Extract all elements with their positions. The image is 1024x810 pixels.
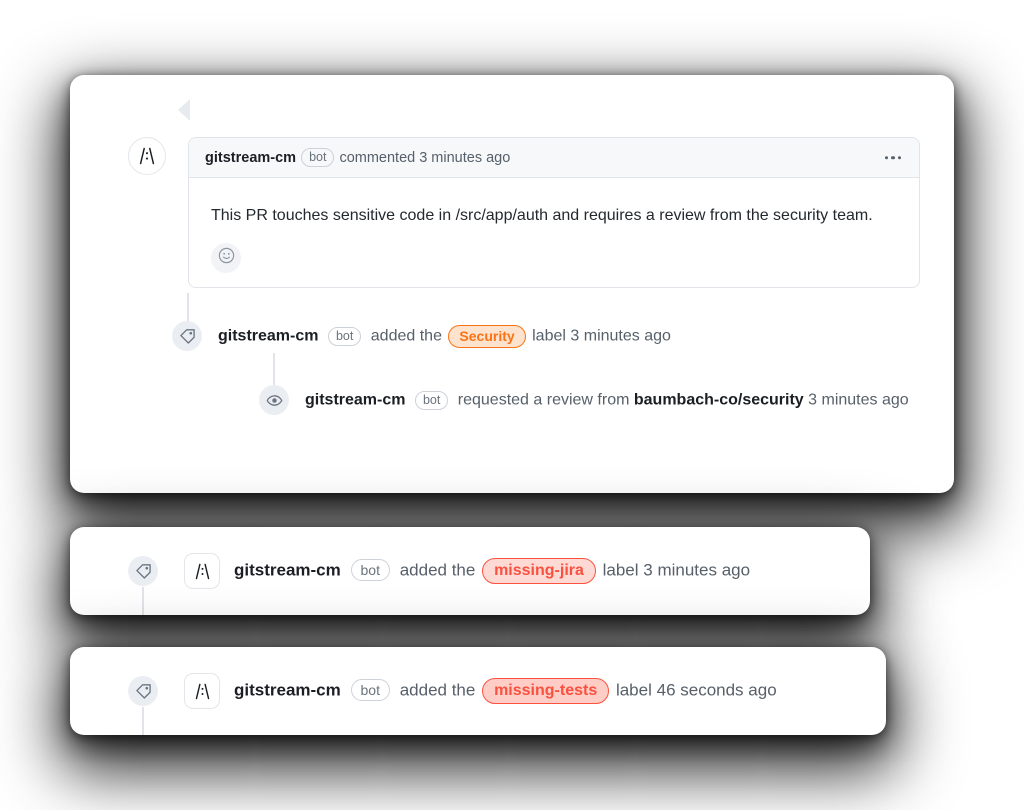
timeline-text: gitstream-cm bot added the Security labe… [218,324,671,348]
event-author[interactable]: gitstream-cm [234,680,341,699]
comment-timestamp[interactable]: 3 minutes ago [419,150,510,166]
timeline-action: requested a review from [457,390,630,408]
label-event-text: gitstream-cm bot added the missing-tests… [234,678,777,704]
comment-header: gitstream-cm bot commented 3 minutes ago [189,138,919,178]
kebab-dot [897,155,901,160]
timeline-connector [142,587,144,615]
add-reaction-button[interactable] [211,243,241,274]
tag-icon [172,321,202,351]
event-action-after: label [615,680,652,700]
bot-badge: bot [327,326,362,346]
label-chip-missing-tests[interactable]: missing-tests [482,678,610,704]
kebab-menu-icon[interactable] [881,152,906,164]
comment-action: commented [339,149,416,166]
gitstream-logo-icon [137,147,157,165]
timeline-item-label-added: gitstream-cm bot added the Security labe… [172,321,671,351]
label-event-row: gitstream-cm bot added the missing-jira … [128,527,750,615]
kebab-dot [884,155,888,160]
event-timestamp[interactable]: 46 seconds ago [657,680,777,699]
label-chip-missing-jira[interactable]: missing-jira [482,558,596,584]
screenshot-stage: gitstream-cm bot commented 3 minutes ago… [0,0,1024,810]
smiley-face-icon [218,247,235,269]
chevron-left-icon [178,99,190,121]
timeline-connector [142,707,144,735]
label-event-card-missing-jira: gitstream-cm bot added the missing-jira … [70,527,870,615]
timeline-action-after: label [532,327,566,345]
timeline-action: added the [370,327,442,345]
label-event-text: gitstream-cm bot added the missing-jira … [234,558,750,584]
eye-icon [259,385,289,415]
tag-icon [128,556,158,586]
kebab-dot [891,155,895,160]
avatar[interactable] [184,673,220,709]
comment-card: gitstream-cm bot commented 3 minutes ago… [70,75,954,493]
event-action: added the [399,680,476,700]
comment-author[interactable]: gitstream-cm [205,150,296,166]
label-event-row: gitstream-cm bot added the missing-tests… [128,647,777,735]
avatar[interactable] [184,553,220,589]
gitstream-logo-icon [193,563,212,580]
timeline-text: gitstream-cm bot requested a review from… [305,390,909,410]
event-action-after: label [602,560,639,580]
timeline-author[interactable]: gitstream-cm [305,391,405,408]
label-chip-security[interactable]: Security [448,324,526,348]
comment-body: This PR touches sensitive code in /src/a… [189,178,919,288]
event-timestamp[interactable]: 3 minutes ago [643,560,750,579]
timeline-author[interactable]: gitstream-cm [218,327,318,344]
label-event-card-missing-tests: gitstream-cm bot added the missing-tests… [70,647,886,735]
bot-badge: bot [350,679,390,702]
review-target[interactable]: baumbach-co/security [634,391,804,408]
timeline-timestamp[interactable]: 3 minutes ago [570,327,671,344]
bot-badge: bot [350,559,390,582]
timeline-timestamp[interactable]: 3 minutes ago [808,391,909,408]
bot-badge: bot [301,148,335,167]
event-action: added the [399,560,476,580]
bot-badge: bot [414,390,449,410]
comment-box: gitstream-cm bot commented 3 minutes ago… [188,137,920,289]
avatar[interactable] [128,137,166,175]
comment-text: This PR touches sensitive code in /src/a… [211,207,873,224]
event-author[interactable]: gitstream-cm [234,560,341,579]
tag-icon [128,676,158,706]
timeline-item-review-requested: gitstream-cm bot requested a review from… [259,385,909,415]
gitstream-logo-icon [193,683,212,700]
